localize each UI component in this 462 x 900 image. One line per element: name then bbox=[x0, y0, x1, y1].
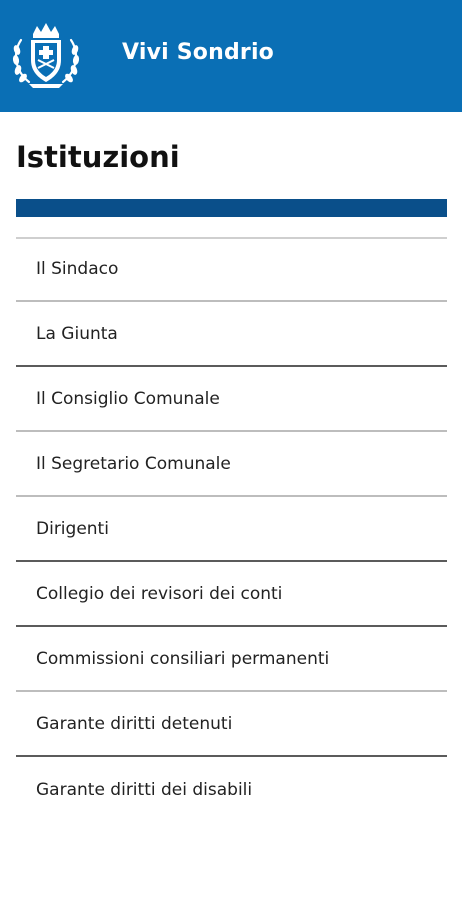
menu-item-label: Il Sindaco bbox=[36, 258, 119, 279]
menu-item-label: Il Segretario Comunale bbox=[36, 453, 231, 474]
menu-item-label: Collegio dei revisori dei conti bbox=[36, 583, 283, 604]
menu-item-dirigenti[interactable]: Dirigenti bbox=[16, 497, 447, 562]
page-title: Istituzioni bbox=[16, 140, 180, 174]
city-crest-icon[interactable] bbox=[9, 20, 83, 92]
menu-item-label: Garante diritti detenuti bbox=[36, 713, 233, 734]
menu-item-sindaco[interactable]: Il Sindaco bbox=[16, 237, 447, 302]
menu-item-garante-disabili[interactable]: Garante diritti dei disabili bbox=[16, 757, 447, 822]
menu-item-collegio-revisori[interactable]: Collegio dei revisori dei conti bbox=[16, 562, 447, 627]
menu-item-label: Il Consiglio Comunale bbox=[36, 388, 220, 409]
institutions-menu: Il Sindaco La Giunta Il Consiglio Comuna… bbox=[16, 237, 447, 822]
menu-item-giunta[interactable]: La Giunta bbox=[16, 302, 447, 367]
menu-item-segretario-comunale[interactable]: Il Segretario Comunale bbox=[16, 432, 447, 497]
menu-item-label: Commissioni consiliari permanenti bbox=[36, 648, 330, 669]
title-accent-bar bbox=[16, 199, 447, 217]
app-header: Vivi Sondrio bbox=[0, 0, 462, 112]
menu-item-label: Garante diritti dei disabili bbox=[36, 779, 253, 800]
menu-item-label: La Giunta bbox=[36, 323, 118, 344]
menu-item-label: Dirigenti bbox=[36, 518, 109, 539]
app-title: Vivi Sondrio bbox=[122, 40, 274, 65]
menu-item-garante-detenuti[interactable]: Garante diritti detenuti bbox=[16, 692, 447, 757]
menu-item-commissioni-consiliari[interactable]: Commissioni consiliari permanenti bbox=[16, 627, 447, 692]
menu-item-consiglio-comunale[interactable]: Il Consiglio Comunale bbox=[16, 367, 447, 432]
